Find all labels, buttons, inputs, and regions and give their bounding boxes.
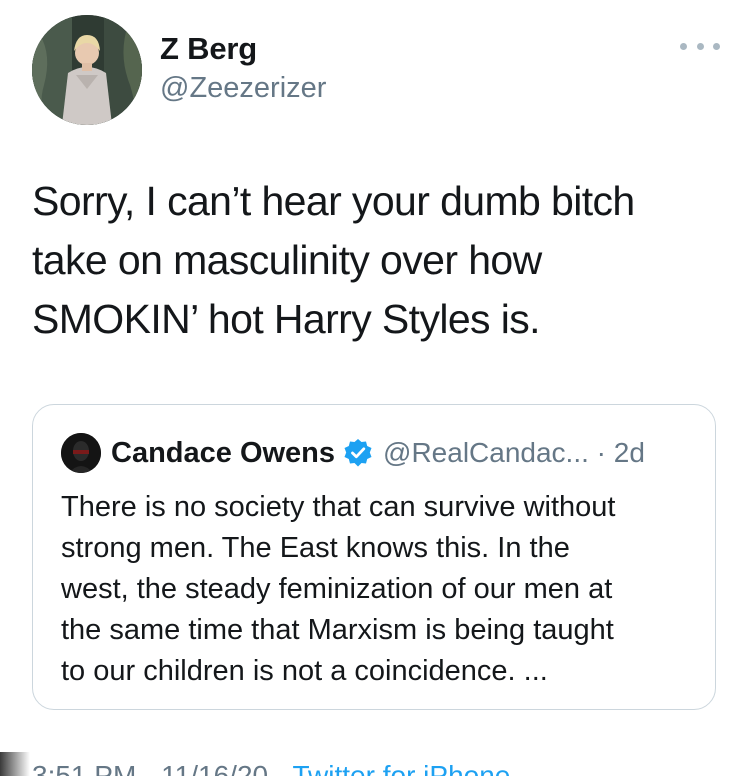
meta-separator: · [136,760,162,776]
tweet-text-line: SMOKIN’ hot Harry Styles is. [32,296,541,342]
tweet-text-line: Sorry, I can’t hear your dumb bitch [32,178,635,224]
quoted-text-line: There is no society that can survive wit… [61,491,616,523]
edge-shadow [0,752,30,776]
quoted-header: Candace Owens @RealCandac... · 2d [111,433,645,473]
tweet-text: Sorry, I can’t hear your dumb bitch take… [32,172,732,349]
quoted-tweet[interactable]: Candace Owens @RealCandac... · 2d There … [32,404,716,710]
display-name[interactable]: Z Berg [160,31,257,67]
dot [713,42,720,50]
more-options-icon[interactable] [680,34,720,58]
dot [680,42,687,50]
tweet: Z Berg @Zeezerizer Sorry, I can’t hear y… [0,0,750,776]
profile-avatar[interactable] [32,15,142,125]
quoted-text: There is no society that can survive wit… [61,487,701,692]
quoted-handle-time[interactable]: @RealCandac... · 2d [383,437,645,469]
meta-separator: · [268,760,293,776]
tweet-text-line: take on masculinity over how [32,237,542,283]
user-handle[interactable]: @Zeezerizer [160,72,326,105]
quoted-text-line: the same time that Marxism is being taug… [61,614,614,646]
quoted-text-line: to our children is not a coincidence. ..… [61,655,548,687]
quoted-text-line: west, the steady feminization of our men… [61,573,613,605]
quoted-text-line: strong men. The East knows this. In the [61,532,570,564]
quoted-display-name[interactable]: Candace Owens [111,437,335,470]
tweet-date[interactable]: 11/16/20 [161,760,268,776]
dot [696,42,704,50]
tweet-source-link[interactable]: Twitter for iPhone [292,760,510,776]
verified-badge-icon [343,438,373,468]
quoted-avatar[interactable] [61,433,101,473]
tweet-time[interactable]: 3:51 PM [32,760,136,776]
tweet-meta: 3:51 PM · 11/16/20 · Twitter for iPhone [32,760,510,776]
